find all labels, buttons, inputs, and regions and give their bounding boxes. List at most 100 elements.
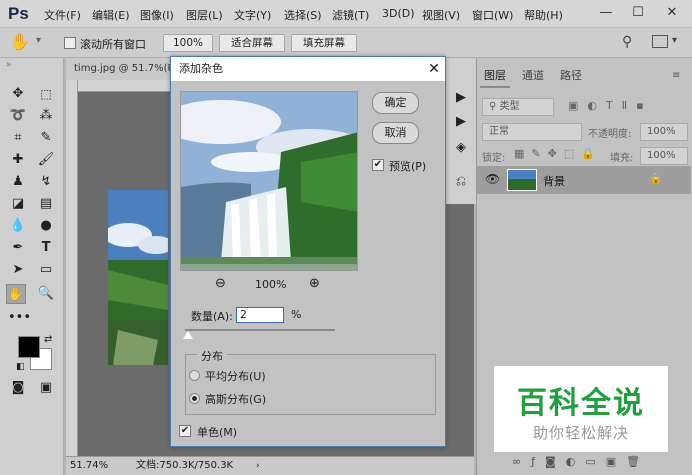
tab-layers[interactable]: 图层 — [480, 64, 510, 88]
eraser-tool-icon[interactable]: ◪ — [8, 194, 28, 214]
default-colors-icon[interactable]: ◧ — [16, 362, 25, 372]
menu-view[interactable]: 视图(V) — [422, 7, 460, 23]
zoom-tool-icon[interactable]: 🔍 — [36, 284, 56, 304]
lock-label: 锁定: — [482, 153, 506, 164]
menu-edit[interactable]: 编辑(E) — [92, 7, 130, 23]
ok-button[interactable]: 确定 — [372, 92, 419, 114]
document-tab[interactable]: timg.jpg @ 51.7%(R — [66, 58, 176, 80]
zoom-in-icon[interactable]: ⊕ — [309, 276, 320, 291]
quick-select-tool-icon[interactable]: ⁂ — [36, 106, 56, 126]
filter-kind-select[interactable]: ⚲ 类型 — [482, 98, 554, 116]
layer-row-background[interactable]: 👁 背景 🔒 — [477, 166, 691, 194]
minimize-button[interactable]: — — [594, 4, 618, 22]
blur-tool-icon[interactable]: 💧 — [8, 216, 28, 236]
zoom-out-icon[interactable]: ⊖ — [215, 276, 226, 291]
photoshop-logo: Ps — [8, 4, 29, 23]
blend-mode-select[interactable]: 正常 — [482, 123, 582, 141]
zoom-100-button[interactable]: 100% — [163, 34, 213, 52]
foreground-color-swatch[interactable] — [18, 336, 40, 358]
clone-stamp-tool-icon[interactable]: ♟ — [8, 172, 28, 192]
quick-mask-icon[interactable]: ◙ — [8, 378, 28, 398]
pen-tool-icon[interactable]: ✒ — [8, 238, 28, 258]
history-brush-tool-icon[interactable]: ↯ — [36, 172, 56, 192]
layer-name[interactable]: 背景 — [543, 173, 565, 189]
swap-colors-icon[interactable]: ⇄ — [44, 334, 52, 345]
crop-tool-icon[interactable]: ⌗ — [8, 128, 28, 148]
maximize-button[interactable]: ☐ — [626, 4, 650, 22]
amount-input[interactable]: 2 — [236, 307, 284, 323]
menu-help[interactable]: 帮助(H) — [524, 7, 563, 23]
visibility-eye-icon[interactable]: 👁 — [485, 172, 500, 186]
status-menu-arrow-icon[interactable]: › — [256, 457, 260, 475]
menu-select[interactable]: 选择(S) — [284, 7, 322, 23]
play-action-icon[interactable]: ▶ — [451, 112, 471, 132]
workspace-icon[interactable] — [652, 35, 668, 48]
hand-tool-icon[interactable]: ✋ — [10, 32, 30, 51]
brush-tool-icon[interactable]: 🖌 — [36, 150, 56, 170]
panel-menu-icon[interactable]: ≡ — [672, 70, 680, 81]
path-select-tool-icon[interactable]: ➤ — [8, 260, 28, 280]
preview-label: 预览(P) — [389, 160, 427, 173]
search-icon[interactable]: ⚲ — [622, 34, 632, 50]
amount-unit: % — [291, 308, 302, 321]
opacity-label: 不透明度: — [588, 129, 632, 140]
lock-icons[interactable]: ▦✎✥⬚🔒 — [514, 147, 602, 160]
screen-mode-icon[interactable]: ▣ — [36, 378, 56, 398]
menu-bar: Ps 文件(F) 编辑(E) 图像(I) 图层(L) 文字(Y) 选择(S) 滤… — [0, 0, 692, 28]
menu-file[interactable]: 文件(F) — [44, 7, 81, 23]
fill-screen-button[interactable]: 填充屏幕 — [291, 34, 357, 52]
history-panel-icon[interactable]: ▶ — [451, 88, 471, 108]
type-tool-icon[interactable]: T — [36, 238, 56, 258]
eyedropper-tool-icon[interactable]: ✎ — [36, 128, 56, 148]
fill-field[interactable]: 100% — [640, 147, 688, 165]
watermark-subtitle: 助你轻松解决 — [532, 424, 629, 442]
more-tools-icon[interactable]: ••• — [8, 308, 31, 328]
filter-icons[interactable]: ▣◐TⅡ▪ — [568, 99, 653, 112]
uniform-radio[interactable] — [189, 370, 200, 381]
add-noise-dialog: 添加杂色 ✕ ⊖ 100% ⊕ 确定 取消 ✔ 预览(P) 数量(A): 2 %… — [170, 56, 446, 447]
workspace-dropdown-icon[interactable]: ▾ — [672, 35, 677, 46]
preview-checkbox[interactable]: ✔ — [372, 159, 384, 171]
healing-tool-icon[interactable]: ✚ — [8, 150, 28, 170]
menu-image[interactable]: 图像(I) — [140, 7, 174, 23]
menu-layer[interactable]: 图层(L) — [186, 7, 223, 23]
gaussian-label: 高斯分布(G) — [205, 393, 267, 406]
mono-checkbox[interactable]: ✔ — [179, 425, 191, 437]
tool-preset-dropdown-icon[interactable]: ▾ — [36, 35, 41, 46]
adjustments-panel-icon[interactable]: ⎌ — [451, 172, 471, 192]
gaussian-radio[interactable] — [189, 393, 200, 404]
shape-tool-icon[interactable]: ▭ — [36, 260, 56, 280]
fill-label: 填充: — [610, 153, 634, 164]
filter-preview[interactable] — [180, 91, 358, 271]
layer-lock-icon: 🔒 — [649, 172, 663, 185]
preview-zoom-level: 100% — [255, 278, 287, 291]
dialog-title: 添加杂色 — [171, 57, 445, 81]
dialog-close-icon[interactable]: ✕ — [425, 59, 443, 79]
menu-3d[interactable]: 3D(D) — [382, 7, 415, 20]
zoom-level-field[interactable]: 51.74% — [70, 457, 108, 475]
hand-tool-active-icon[interactable]: ✋ — [6, 284, 26, 304]
properties-panel-icon[interactable]: ◈ — [451, 138, 471, 158]
scroll-all-windows-checkbox[interactable] — [64, 37, 76, 49]
menu-type[interactable]: 文字(Y) — [234, 7, 271, 23]
collapse-icon[interactable]: » — [6, 60, 12, 70]
uniform-label: 平均分布(U) — [205, 370, 266, 383]
layers-footer-icons[interactable]: ∞ƒ◙◐▭▣🗑 — [512, 455, 650, 468]
move-tool-icon[interactable]: ✥ — [8, 84, 28, 104]
tab-channels[interactable]: 通道 — [518, 64, 548, 88]
cancel-button[interactable]: 取消 — [372, 122, 419, 144]
marquee-tool-icon[interactable]: ⬚ — [36, 84, 56, 104]
status-bar: 51.74% 文档:750.3K/750.3K › — [66, 456, 474, 475]
fit-screen-button[interactable]: 适合屏幕 — [219, 34, 285, 52]
close-window-button[interactable]: ✕ — [660, 4, 684, 22]
lasso-tool-icon[interactable]: ➰ — [8, 106, 28, 126]
amount-slider-track[interactable] — [185, 329, 335, 331]
menu-filter[interactable]: 滤镜(T) — [332, 7, 369, 23]
tab-paths[interactable]: 路径 — [556, 64, 586, 88]
menu-window[interactable]: 窗口(W) — [472, 7, 513, 23]
dodge-tool-icon[interactable]: ● — [36, 216, 56, 236]
tools-panel: » ✥ ⬚ ➰ ⁂ ⌗ ✎ ✚ 🖌 ♟ ↯ ◪ ▤ 💧 ● ✒ T ➤ ▭ ✋ … — [0, 58, 64, 475]
amount-slider-thumb[interactable] — [183, 331, 193, 339]
opacity-field[interactable]: 100% — [640, 123, 688, 141]
gradient-tool-icon[interactable]: ▤ — [36, 194, 56, 214]
